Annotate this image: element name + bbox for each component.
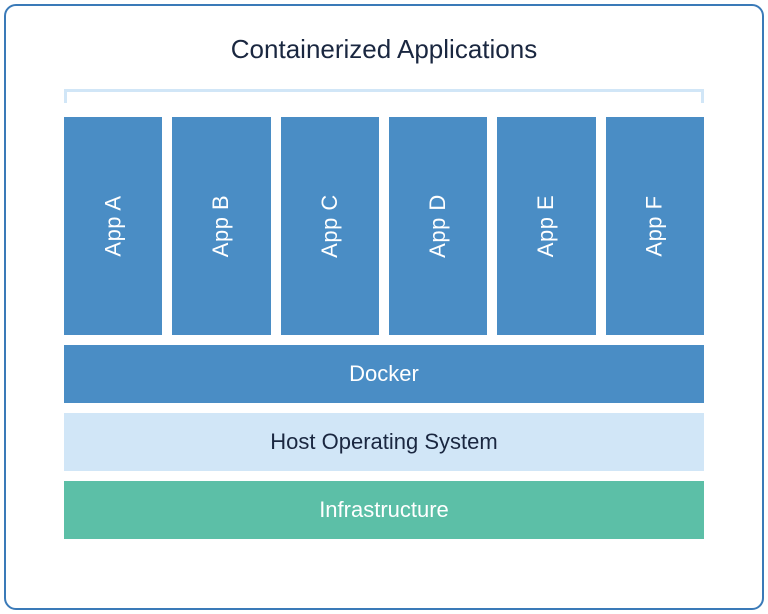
apps-row: App A App B App C App D App E App F xyxy=(64,117,704,335)
infrastructure-layer: Infrastructure xyxy=(64,481,704,539)
app-label: App F xyxy=(642,195,668,256)
apps-bracket xyxy=(64,89,704,103)
host-os-layer: Host Operating System xyxy=(64,413,704,471)
app-label: App B xyxy=(208,195,234,257)
app-box-d: App D xyxy=(389,117,487,335)
app-label: App D xyxy=(425,194,451,258)
architecture-diagram: Containerized Applications App A App B A… xyxy=(4,4,764,610)
app-box-b: App B xyxy=(172,117,270,335)
app-label: App C xyxy=(317,194,343,258)
app-box-e: App E xyxy=(497,117,595,335)
app-box-f: App F xyxy=(606,117,704,335)
app-label: App E xyxy=(533,195,559,257)
app-label: App A xyxy=(100,195,126,256)
diagram-title: Containerized Applications xyxy=(64,34,704,65)
app-box-a: App A xyxy=(64,117,162,335)
app-box-c: App C xyxy=(281,117,379,335)
docker-layer: Docker xyxy=(64,345,704,403)
